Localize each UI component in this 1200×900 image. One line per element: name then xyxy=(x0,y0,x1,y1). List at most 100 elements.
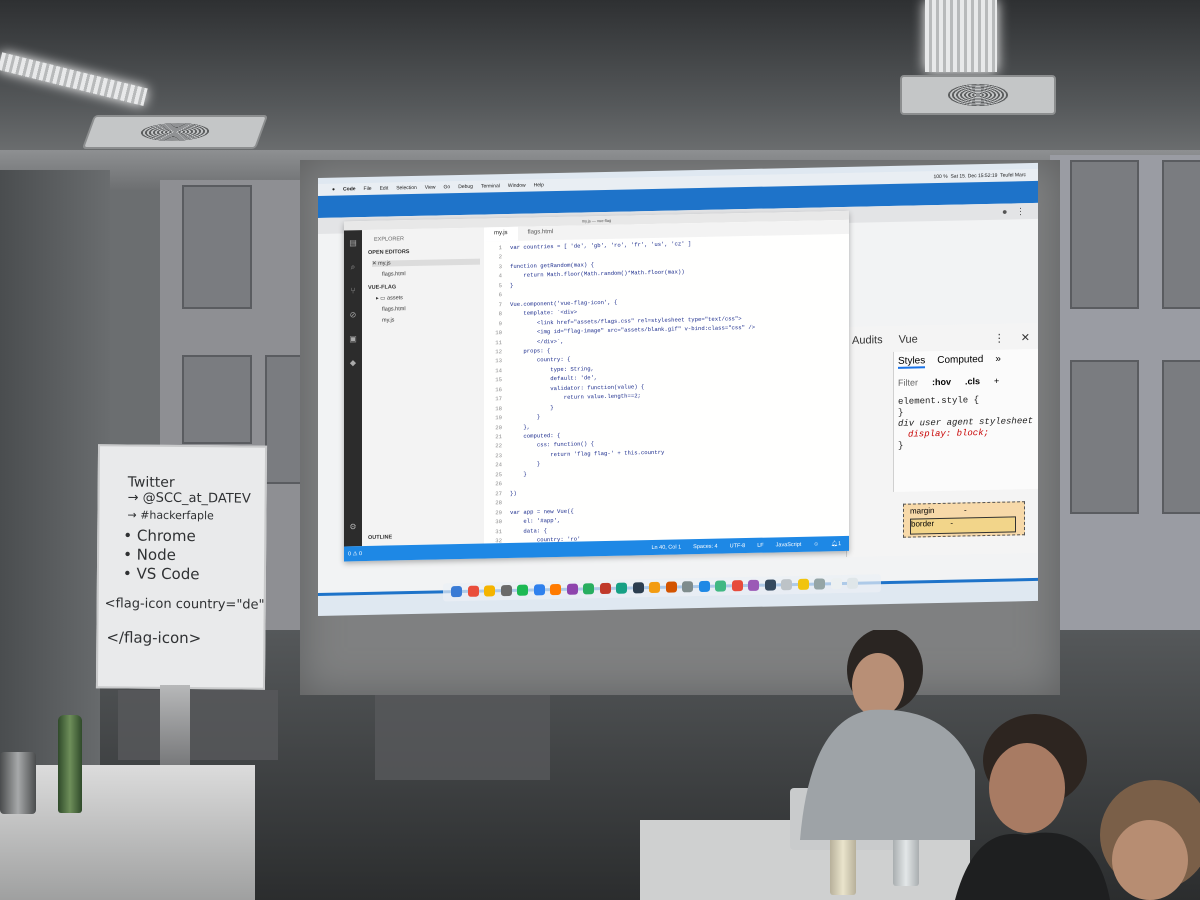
line-number[interactable]: 8 xyxy=(486,309,502,319)
dock-app-icon[interactable] xyxy=(566,583,578,595)
cls-toggle[interactable]: .cls xyxy=(965,376,980,386)
line-number[interactable]: 5 xyxy=(486,281,502,291)
tab-styles[interactable]: Styles xyxy=(898,355,926,369)
search-icon[interactable]: ⌕ xyxy=(348,262,358,272)
dock-app-icon[interactable] xyxy=(748,579,759,591)
line-number[interactable]: 23 xyxy=(486,451,502,461)
debug-icon[interactable]: ⊘ xyxy=(348,310,358,320)
tab-vue[interactable]: Vue xyxy=(899,333,918,345)
dock-app-icon[interactable] xyxy=(484,585,495,597)
dock-app-icon[interactable] xyxy=(698,580,710,593)
gear-icon[interactable]: ⚙ xyxy=(348,522,358,532)
menu-item-edit[interactable]: Edit xyxy=(380,186,389,192)
menu-item-window[interactable]: Window xyxy=(508,183,526,189)
user-label[interactable]: Teufel Marc xyxy=(1000,172,1026,179)
line-number[interactable]: 24 xyxy=(486,460,502,470)
dock-app-icon[interactable] xyxy=(731,580,743,592)
line-number[interactable]: 30 xyxy=(486,517,502,527)
code-line[interactable]: } xyxy=(510,412,540,422)
dock-app-icon[interactable] xyxy=(814,578,825,590)
line-number[interactable]: 31 xyxy=(486,527,502,537)
line-number[interactable]: 1 xyxy=(486,243,502,253)
add-rule-icon[interactable]: + xyxy=(994,376,999,386)
menu-item-view[interactable]: View xyxy=(425,185,436,191)
more-icon[interactable]: ⋮ xyxy=(994,331,1005,344)
dock-app-icon[interactable] xyxy=(764,579,776,591)
code-line[interactable]: }) xyxy=(510,489,517,499)
filter-input[interactable]: Filter xyxy=(898,377,918,387)
problems-count[interactable]: 0 ⚠ 0 xyxy=(348,551,362,557)
apple-icon[interactable]: ● xyxy=(332,187,335,193)
line-number[interactable]: 19 xyxy=(486,413,502,423)
line-number[interactable]: 11 xyxy=(486,338,502,348)
source-control-icon[interactable]: ⑂ xyxy=(348,286,358,296)
line-number[interactable]: 15 xyxy=(486,375,502,385)
tree-item-myjs[interactable]: my.js xyxy=(382,317,394,323)
open-editors-header[interactable]: OPEN EDITORS xyxy=(368,249,409,256)
open-editor-myjs[interactable]: ✕ my.js xyxy=(372,258,480,267)
line-number[interactable]: 20 xyxy=(486,423,502,433)
dock-app-icon[interactable] xyxy=(847,577,858,589)
encoding[interactable]: UTF-8 xyxy=(730,543,746,549)
code-line[interactable]: }, xyxy=(510,422,530,432)
language-mode[interactable]: JavaScript xyxy=(776,541,802,548)
line-number[interactable]: 18 xyxy=(486,404,502,414)
line-number[interactable]: 4 xyxy=(486,271,502,281)
code-line[interactable]: el: '#app', xyxy=(510,516,560,527)
open-editor-flags[interactable]: flags.html xyxy=(382,271,406,277)
tree-item-flags[interactable]: flags.html xyxy=(382,306,406,312)
menu-item-terminal[interactable]: Terminal xyxy=(481,183,500,189)
feedback-icon[interactable]: ☺ xyxy=(813,541,819,547)
tab-audits[interactable]: Audits xyxy=(852,334,883,347)
menu-item-debug[interactable]: Debug xyxy=(458,184,473,190)
menu-app[interactable]: Code xyxy=(343,186,356,192)
menu-dots-icon[interactable]: ⋮ xyxy=(1016,206,1025,217)
line-number[interactable]: 29 xyxy=(486,508,502,518)
dock-app-icon[interactable] xyxy=(467,585,479,597)
code-line[interactable]: } xyxy=(510,469,526,479)
dock-app-icon[interactable] xyxy=(599,582,611,595)
cursor-position[interactable]: Ln 40, Col 1 xyxy=(651,544,681,551)
tab-flags[interactable]: flags.html xyxy=(518,226,564,241)
dock-app-icon[interactable] xyxy=(517,584,528,596)
line-number[interactable]: 9 xyxy=(486,319,502,329)
close-icon[interactable]: ✕ xyxy=(1021,331,1030,344)
line-number[interactable]: 10 xyxy=(486,328,502,338)
dock-app-icon[interactable] xyxy=(632,582,644,594)
line-number[interactable]: 6 xyxy=(486,290,502,300)
dock-app-icon[interactable] xyxy=(583,583,594,595)
menu-item-go[interactable]: Go xyxy=(444,184,451,190)
line-ending[interactable]: LF xyxy=(757,542,763,548)
code-line[interactable]: } xyxy=(510,460,540,470)
project-header[interactable]: VUE-FLAG xyxy=(368,284,396,291)
dock-app-icon[interactable] xyxy=(797,578,809,590)
tab-computed[interactable]: Computed xyxy=(937,354,983,368)
dock-app-icon[interactable] xyxy=(500,584,512,597)
dock-app-icon[interactable] xyxy=(665,581,677,593)
dock-app-icon[interactable] xyxy=(550,583,561,596)
menu-item-help[interactable]: Help xyxy=(534,182,544,188)
dock-app-icon[interactable] xyxy=(533,584,545,596)
profile-icon[interactable]: ● xyxy=(1002,207,1007,217)
dock-app-icon[interactable] xyxy=(616,582,627,594)
extensions-icon[interactable]: ▣ xyxy=(348,334,358,344)
line-number[interactable]: 7 xyxy=(486,300,502,310)
line-number[interactable]: 25 xyxy=(486,470,502,480)
dock-app-icon[interactable] xyxy=(682,581,693,593)
indentation[interactable]: Spaces: 4 xyxy=(693,543,717,550)
dock-app-icon[interactable] xyxy=(781,579,792,591)
line-number[interactable]: 12 xyxy=(486,347,502,357)
outline-header[interactable]: OUTLINE xyxy=(368,534,392,541)
dock-app-icon[interactable] xyxy=(715,580,726,592)
docker-icon[interactable]: ◆ xyxy=(348,358,358,368)
line-number[interactable]: 13 xyxy=(486,357,502,367)
code-line[interactable]: return value.length==2; xyxy=(510,391,641,403)
code-area[interactable]: 1 var countries = [ 'de', 'gb', 'ro', 'fr… xyxy=(484,236,849,544)
chevron-right-icon[interactable]: » xyxy=(995,354,1001,367)
line-number[interactable]: 28 xyxy=(486,498,502,508)
line-number[interactable]: 14 xyxy=(486,366,502,376)
dock-app-icon[interactable] xyxy=(830,578,842,590)
line-number[interactable]: 17 xyxy=(486,394,502,404)
line-number[interactable]: 3 xyxy=(486,262,502,272)
menu-item-selection[interactable]: Selection xyxy=(396,185,417,191)
